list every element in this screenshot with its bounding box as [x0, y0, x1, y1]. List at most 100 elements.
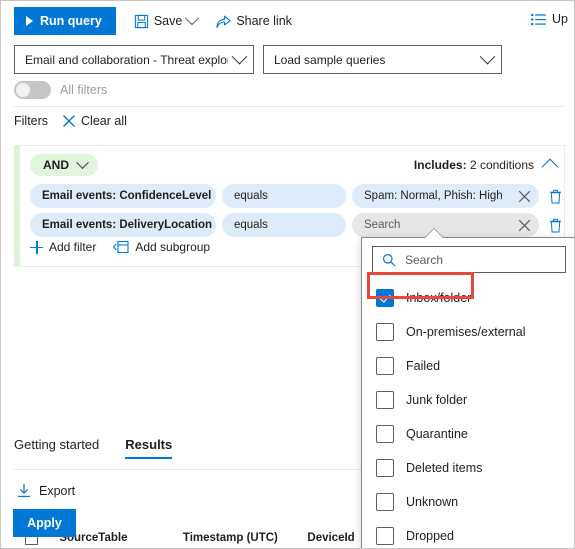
export-button[interactable]: Export	[17, 483, 75, 498]
list-icon	[531, 13, 546, 26]
apply-button[interactable]: Apply	[13, 509, 76, 537]
filter-row: Email events: DeliveryLocation equals Se…	[30, 213, 568, 237]
command-toolbar: Run query Save Share link Up	[1, 1, 574, 41]
chevron-down-icon	[76, 155, 89, 169]
option-inbox-folder[interactable]: Inbox/folder	[362, 281, 574, 315]
divider	[14, 106, 565, 107]
subgroup-icon	[113, 240, 129, 254]
delivery-location-dropdown-panel: Search Inbox/folder On-premises/external…	[361, 237, 574, 548]
tab-getting-started[interactable]: Getting started	[14, 437, 99, 459]
option-failed[interactable]: Failed	[362, 349, 574, 383]
option-label: Junk folder	[406, 393, 468, 407]
checkbox[interactable]	[376, 527, 394, 545]
add-subgroup-button[interactable]: Add subgroup	[113, 240, 210, 254]
option-label: Unknown	[406, 495, 459, 509]
filter-operator-dropdown[interactable]: equals	[222, 213, 346, 237]
close-x-icon	[62, 114, 76, 128]
option-unknown[interactable]: Unknown	[362, 485, 574, 519]
includes-label: Includes:	[413, 158, 467, 172]
schema-select[interactable]: Email and collaboration - Threat explore…	[14, 45, 254, 74]
share-link-button[interactable]: Share link	[215, 14, 292, 29]
checkbox[interactable]	[376, 357, 394, 375]
close-x-icon	[518, 190, 530, 202]
download-icon	[17, 483, 31, 498]
dropdown-search-placeholder: Search	[405, 252, 444, 267]
option-junk-folder[interactable]: Junk folder	[362, 383, 574, 417]
option-label: Dropped	[406, 529, 454, 543]
includes-summary: Includes: 2 conditions	[414, 158, 534, 172]
filter-value-dropdown[interactable]: Spam: Normal, Phish: High	[352, 184, 509, 208]
column-header-deviceid[interactable]: DeviceId	[307, 532, 364, 544]
save-button[interactable]: Save	[134, 11, 200, 29]
clear-all-label: Clear all	[81, 114, 127, 128]
option-label: Inbox/folder	[406, 291, 472, 305]
tab-results[interactable]: Results	[125, 437, 172, 459]
filter-field-dropdown[interactable]: Email events: DeliveryLocation	[30, 213, 216, 237]
clear-filter-value-button[interactable]	[509, 184, 539, 208]
collapse-group-icon[interactable]	[541, 158, 559, 176]
selects-row: Email and collaboration - Threat explore…	[1, 45, 574, 75]
filters-header: Filters Clear all	[14, 114, 127, 128]
dropdown-search-input[interactable]: Search	[372, 246, 566, 273]
sample-queries-value: Load sample queries	[274, 52, 386, 67]
play-icon	[26, 16, 33, 26]
and-operator-label: AND	[43, 158, 69, 172]
export-label: Export	[39, 483, 76, 498]
close-x-icon	[518, 219, 530, 231]
share-icon	[215, 14, 231, 29]
delete-filter-button[interactable]	[542, 213, 568, 237]
option-on-premises-external[interactable]: On-premises/external	[362, 315, 574, 349]
schema-select-value: Email and collaboration - Threat explore…	[25, 52, 228, 67]
chevron-down-icon	[479, 48, 496, 65]
checkbox[interactable]	[376, 425, 394, 443]
threat-hunting-query-page: Run query Save Share link Up Email and c…	[0, 0, 575, 549]
plus-icon	[30, 240, 43, 254]
trash-icon	[549, 218, 561, 233]
option-label: Quarantine	[406, 427, 468, 441]
option-dropped[interactable]: Dropped	[362, 519, 574, 548]
includes-value: 2 conditions	[469, 158, 534, 172]
filter-field-dropdown[interactable]: Email events: ConfidenceLevel	[30, 184, 216, 208]
option-label: On-premises/external	[406, 325, 526, 339]
run-query-label: Run query	[40, 14, 102, 28]
column-header-sourcetable[interactable]: SourceTable	[59, 532, 183, 544]
save-label: Save	[153, 14, 183, 28]
run-query-button[interactable]: Run query	[14, 7, 116, 35]
option-label: Failed	[406, 359, 441, 373]
and-operator-dropdown[interactable]: AND	[30, 154, 98, 176]
checkbox[interactable]	[376, 459, 394, 477]
all-filters-label: All filters	[60, 83, 108, 97]
add-filter-button[interactable]: Add filter	[30, 240, 96, 254]
delete-filter-button[interactable]	[542, 184, 568, 208]
add-filter-label: Add filter	[49, 240, 97, 254]
option-deleted-items[interactable]: Deleted items	[362, 451, 574, 485]
filters-title: Filters	[14, 114, 49, 128]
divider	[14, 469, 364, 470]
checkbox[interactable]	[376, 323, 394, 341]
chevron-down-icon[interactable]	[185, 11, 200, 26]
toolbar-right-action[interactable]: Up	[531, 12, 568, 26]
toggle-switch[interactable]	[14, 81, 51, 99]
search-icon	[382, 253, 396, 267]
results-tabs: Getting started Results	[14, 429, 172, 459]
toggle-knob	[16, 83, 30, 97]
clear-all-button[interactable]: Clear all	[62, 114, 127, 128]
delivery-location-options: Inbox/folder On-premises/external Failed…	[362, 281, 574, 548]
option-label: Deleted items	[406, 461, 483, 475]
save-disk-icon	[134, 14, 149, 29]
toolbar-right-label: Up	[552, 12, 568, 26]
checkbox[interactable]	[376, 289, 394, 307]
filter-row: Email events: ConfidenceLevel equals Spa…	[30, 184, 568, 208]
all-filters-toggle[interactable]: All filters	[14, 81, 107, 99]
sample-queries-select[interactable]: Load sample queries	[263, 45, 502, 74]
add-actions-row: Add filter Add subgroup	[30, 240, 210, 254]
clear-filter-value-button[interactable]	[509, 213, 539, 237]
group-operator-row: AND	[30, 154, 98, 176]
share-link-label: Share link	[236, 14, 292, 28]
checkbox[interactable]	[376, 391, 394, 409]
column-header-timestamp[interactable]: Timestamp (UTC)	[183, 532, 308, 544]
option-quarantine[interactable]: Quarantine	[362, 417, 574, 451]
checkbox[interactable]	[376, 493, 394, 511]
filter-operator-dropdown[interactable]: equals	[222, 184, 346, 208]
chevron-down-icon	[231, 48, 248, 65]
